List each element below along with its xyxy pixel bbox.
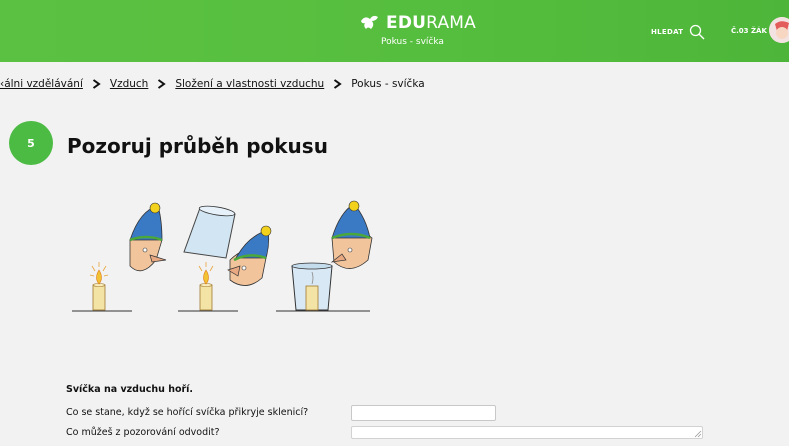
character-head-1-icon — [129, 202, 167, 272]
logo-icon — [361, 15, 378, 29]
step-number-badge: 5 — [9, 121, 53, 165]
breadcrumb-item-air[interactable]: Vzduch — [110, 78, 148, 90]
brand-rest: RAMA — [426, 13, 476, 33]
page-subtitle: Pokus - svíčka — [381, 37, 444, 47]
chevron-right-icon — [92, 79, 101, 89]
answer-2-textarea[interactable] — [351, 426, 703, 439]
question-1-label: Co se stane, když se hořící svíčka přikr… — [66, 407, 309, 418]
user-label[interactable]: Č.03 ŽÁK — [731, 27, 767, 35]
candle-1-icon — [89, 262, 109, 311]
breadcrumb-item-air-composition[interactable]: Složení a vlastnosti vzduchu — [175, 78, 324, 90]
character-head-2-icon — [227, 225, 272, 286]
experiment-illustration — [72, 200, 373, 312]
character-head-3-icon — [330, 200, 373, 269]
glass-icon — [183, 205, 236, 259]
brand-bold: EDU — [386, 13, 427, 33]
question-2-label: Co můžeš z pozorování odvodit? — [66, 427, 220, 438]
search-button[interactable]: HLEDAT — [651, 24, 705, 40]
top-bar: EDURAMA Pokus - svíčka HLEDAT Č.03 ŽÁK — [0, 0, 789, 62]
chevron-right-icon — [334, 79, 342, 89]
search-icon — [690, 24, 705, 40]
task-statement: Svíčka na vzduchu hoří. — [66, 384, 194, 395]
answer-1-input[interactable] — [351, 405, 496, 421]
edurama-logo[interactable]: EDURAMA — [358, 12, 476, 34]
avatar-icon — [769, 17, 789, 43]
search-label: HLEDAT — [651, 28, 684, 36]
page-title: Pozoruj průběh pokusu — [67, 134, 328, 158]
candle-2-icon — [198, 262, 214, 311]
covered-candle-icon — [291, 262, 333, 311]
chevron-right-icon — [158, 79, 167, 89]
avatar[interactable] — [769, 17, 789, 43]
breadcrumb-current: Pokus - svíčka — [351, 78, 425, 90]
breadcrumb-item-science[interactable]: ‹álni vzdělávání — [0, 78, 83, 90]
breadcrumb: ‹álni vzdělávání Vzduch Složení a vlastn… — [0, 76, 425, 92]
resize-handle-icon[interactable] — [694, 430, 702, 438]
